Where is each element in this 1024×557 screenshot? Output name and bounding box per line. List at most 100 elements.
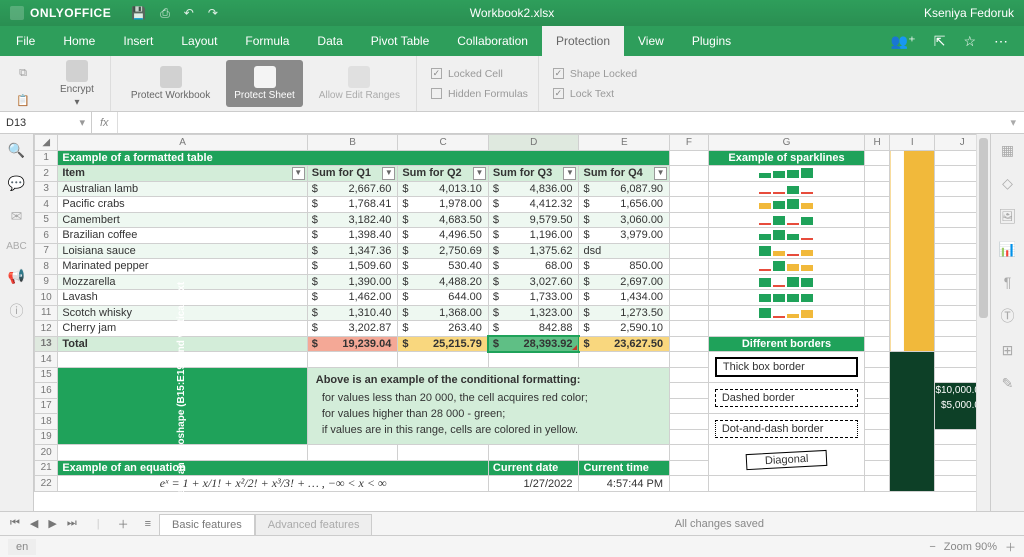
open-location-icon[interactable]: ⇱ <box>934 33 946 50</box>
cell[interactable]: 1,434.00 <box>579 290 670 306</box>
copy-icon[interactable]: ⧉ <box>19 67 27 80</box>
cell[interactable]: dsd <box>579 243 670 259</box>
cell[interactable]: 4,412.32 <box>488 197 579 213</box>
cell-total[interactable]: 19,239.04 <box>307 336 398 352</box>
lock-text-checkbox[interactable]: ✓Lock Text <box>553 88 637 100</box>
cell[interactable]: 1,273.50 <box>579 305 670 321</box>
sheet-tab-basic[interactable]: Basic features <box>159 514 255 535</box>
allow-edit-ranges-button[interactable]: Allow Edit Ranges <box>313 62 406 105</box>
table-col-item[interactable]: Item▼ <box>58 166 307 182</box>
filter-dropdown-icon[interactable]: ▼ <box>382 167 395 180</box>
menu-layout[interactable]: Layout <box>167 26 231 56</box>
cell[interactable]: 3,979.00 <box>579 228 670 244</box>
cell[interactable]: 644.00 <box>398 290 489 306</box>
filter-dropdown-icon[interactable]: ▼ <box>654 167 667 180</box>
col-header-A[interactable]: A <box>58 135 307 151</box>
col-header-H[interactable]: H <box>865 135 890 151</box>
zoom-in-icon[interactable]: ＋ <box>1005 539 1016 555</box>
shape-locked-checkbox[interactable]: ✓Shape Locked <box>553 68 637 80</box>
cell[interactable]: 3,060.00 <box>579 212 670 228</box>
cell[interactable]: 1,462.00 <box>307 290 398 306</box>
current-date[interactable]: 1/27/2022 <box>488 476 579 492</box>
fx-label[interactable]: fx <box>92 117 117 129</box>
cell[interactable]: 842.88 <box>488 321 579 337</box>
expand-formula-icon[interactable]: ▾ <box>1002 116 1024 129</box>
cell-settings-icon[interactable]: ▦ <box>1001 142 1014 159</box>
paragraph-settings-icon[interactable]: ¶ <box>1004 274 1012 290</box>
cell[interactable]: 1,375.62 <box>488 243 579 259</box>
row-header[interactable]: 22 <box>35 476 58 492</box>
col-header-G[interactable]: G <box>708 135 864 151</box>
cell[interactable]: 3,202.87 <box>307 321 398 337</box>
save-icon[interactable]: 💾 <box>131 6 146 21</box>
sheet-tab-advanced[interactable]: Advanced features <box>255 514 373 535</box>
cell[interactable]: 9,579.50 <box>488 212 579 228</box>
protect-workbook-button[interactable]: Protect Workbook <box>125 62 216 105</box>
row-header[interactable]: 21 <box>35 460 58 476</box>
col-header-D[interactable]: D <box>488 135 579 151</box>
filter-dropdown-icon[interactable]: ▼ <box>292 167 305 180</box>
print-icon[interactable]: ⎙ <box>160 6 170 21</box>
pivot-settings-icon[interactable]: ⊞ <box>1002 342 1014 359</box>
cell[interactable]: 4,496.50 <box>398 228 489 244</box>
cell[interactable]: 1,768.41 <box>307 197 398 213</box>
cell[interactable]: Brazilian coffee <box>58 228 307 244</box>
selected-cell[interactable]: 28,393.92 <box>488 336 579 352</box>
hidden-formulas-checkbox[interactable]: Hidden Formulas <box>431 88 528 100</box>
cell[interactable]: 1,310.40 <box>307 305 398 321</box>
cell[interactable]: Pacific crabs <box>58 197 307 213</box>
cell[interactable]: 2,667.60 <box>307 181 398 197</box>
cell[interactable]: 3,027.60 <box>488 274 579 290</box>
user-name[interactable]: Kseniya Fedoruk <box>924 6 1014 20</box>
language-selector[interactable]: en <box>8 539 36 555</box>
vertical-scrollbar[interactable] <box>976 134 990 511</box>
menu-pivot[interactable]: Pivot Table <box>357 26 443 56</box>
cell[interactable]: 6,087.90 <box>579 181 670 197</box>
select-all-corner[interactable]: ◢ <box>35 135 58 151</box>
row-header[interactable]: 12 <box>35 321 58 337</box>
menu-file[interactable]: File <box>2 26 49 56</box>
row-header[interactable]: 19 <box>35 429 58 445</box>
locked-cell-checkbox[interactable]: ✓Locked Cell <box>431 68 528 80</box>
search-icon[interactable]: 🔍 <box>8 142 25 159</box>
sheet-list-icon[interactable]: ≡ <box>137 518 159 530</box>
zoom-out-icon[interactable]: − <box>929 541 935 553</box>
shape-settings-icon[interactable]: ◇ <box>1002 175 1013 192</box>
users-icon[interactable]: 👥⁺ <box>891 33 916 50</box>
cell[interactable]: 1,733.00 <box>488 290 579 306</box>
cell[interactable]: 530.40 <box>398 259 489 275</box>
col-header-E[interactable]: E <box>579 135 670 151</box>
row-header[interactable]: 1 <box>35 150 58 166</box>
cell[interactable]: 4,836.00 <box>488 181 579 197</box>
cell[interactable]: Loisiana sauce <box>58 243 307 259</box>
encrypt-button[interactable]: Encrypt ▾ <box>54 56 100 112</box>
more-icon[interactable]: ⋯ <box>994 33 1008 50</box>
feedback-icon[interactable]: 📢 <box>8 268 25 285</box>
row-header[interactable]: 14 <box>35 352 58 368</box>
table-col-q2[interactable]: Sum for Q2▼ <box>398 166 489 182</box>
cell[interactable]: Marinated pepper <box>58 259 307 275</box>
cell[interactable]: 263.40 <box>398 321 489 337</box>
comments-icon[interactable]: 💬 <box>8 175 25 192</box>
cell-total[interactable]: 23,627.50 <box>579 336 670 352</box>
row-header[interactable]: 11 <box>35 305 58 321</box>
cell[interactable]: 3,182.40 <box>307 212 398 228</box>
paste-icon[interactable]: 📋 <box>16 94 30 107</box>
formula-input[interactable] <box>117 112 1003 133</box>
row-header[interactable]: 18 <box>35 414 58 430</box>
chart-settings-icon[interactable]: 📊 <box>999 241 1016 258</box>
table-col-q3[interactable]: Sum for Q3▼ <box>488 166 579 182</box>
cell-total[interactable]: 25,215.79 <box>398 336 489 352</box>
cell[interactable]: 2,697.00 <box>579 274 670 290</box>
cell[interactable]: 4,683.50 <box>398 212 489 228</box>
menu-home[interactable]: Home <box>49 26 109 56</box>
current-time[interactable]: 4:57:44 PM <box>579 476 670 492</box>
col-header-I[interactable]: I <box>890 135 935 151</box>
menu-plugins[interactable]: Plugins <box>678 26 745 56</box>
chat-icon[interactable]: ✉ <box>11 208 23 225</box>
col-header-B[interactable]: B <box>307 135 398 151</box>
menu-collab[interactable]: Collaboration <box>443 26 542 56</box>
table-col-q4[interactable]: Sum for Q4▼ <box>579 166 670 182</box>
row-header[interactable]: 7 <box>35 243 58 259</box>
signature-icon[interactable]: ✎ <box>1002 375 1014 392</box>
